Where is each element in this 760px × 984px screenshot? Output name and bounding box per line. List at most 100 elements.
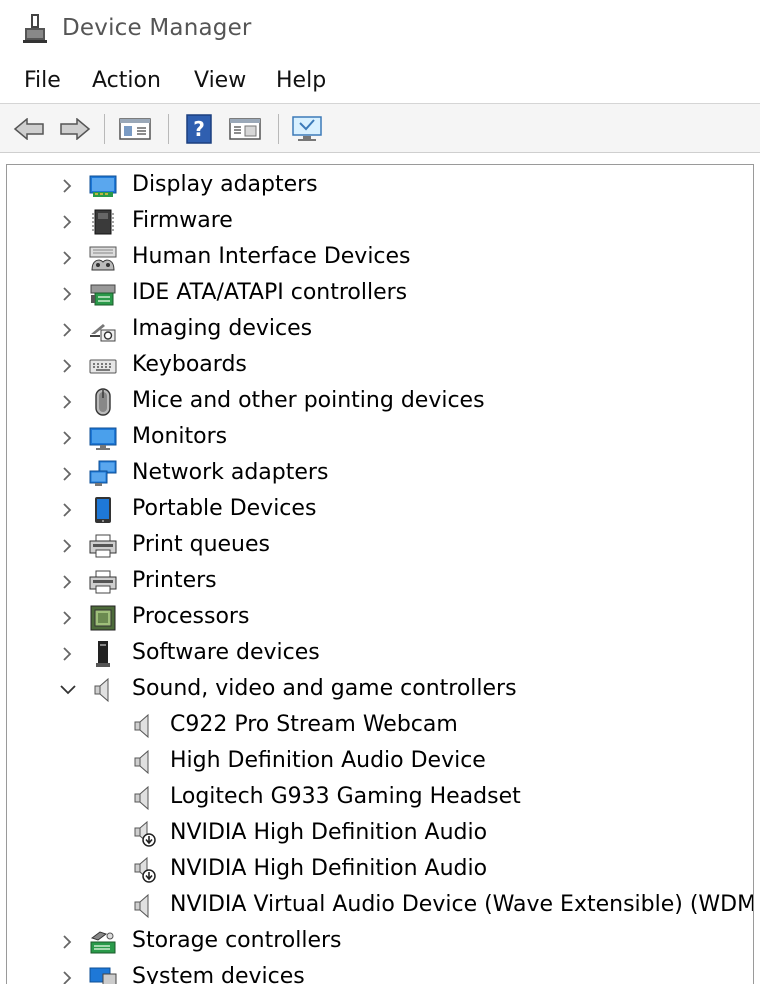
menu-action[interactable]: Action xyxy=(92,68,161,93)
speaker-icon xyxy=(131,748,159,776)
back-arrow-icon[interactable] xyxy=(12,114,46,144)
hid-icon xyxy=(89,244,117,272)
chevron-right-icon[interactable] xyxy=(59,608,75,628)
tree-item-label: Firmware xyxy=(132,208,233,233)
chevron-down-icon[interactable] xyxy=(59,682,76,702)
tree-item-label: Imaging devices xyxy=(132,316,313,341)
tree-item-ide-ata-atapi-controllers[interactable]: IDE ATA/ATAPI controllers xyxy=(7,276,753,312)
chevron-right-icon[interactable] xyxy=(59,536,75,556)
tree-item-network-adapters[interactable]: Network adapters xyxy=(7,456,753,492)
device-tree: Display adapters Firmware Human Interfac… xyxy=(7,168,753,984)
speaker-disabled-icon xyxy=(131,820,159,848)
tree-item-processors[interactable]: Processors xyxy=(7,600,753,636)
chevron-right-icon[interactable] xyxy=(59,320,75,340)
tree-item-label: IDE ATA/ATAPI controllers xyxy=(132,280,408,305)
chevron-right-icon[interactable] xyxy=(59,644,75,664)
tree-item-nvidia-high-definition-audio[interactable]: NVIDIA High Definition Audio xyxy=(7,852,753,888)
chevron-right-icon[interactable] xyxy=(59,284,75,304)
tree-item-nvidia-high-definition-audio[interactable]: NVIDIA High Definition Audio xyxy=(7,816,753,852)
device-manager-app-icon xyxy=(22,14,48,44)
chevron-right-icon[interactable] xyxy=(59,428,75,448)
chevron-right-icon[interactable] xyxy=(59,392,75,412)
chevron-right-icon[interactable] xyxy=(59,500,75,520)
tree-item-portable-devices[interactable]: Portable Devices xyxy=(7,492,753,528)
tree-item-label: C922 Pro Stream Webcam xyxy=(170,712,458,737)
tree-item-mice-and-pointing-devices[interactable]: Mice and other pointing devices xyxy=(7,384,753,420)
forward-arrow-icon[interactable] xyxy=(58,114,92,144)
speaker-icon xyxy=(131,784,159,812)
toolbar-border xyxy=(0,152,760,153)
menu-file[interactable]: File xyxy=(24,68,61,93)
printer-icon xyxy=(89,568,117,596)
svg-text:?: ? xyxy=(193,117,205,141)
tree-item-imaging-devices[interactable]: Imaging devices xyxy=(7,312,753,348)
tree-item-nvidia-virtual-audio-device[interactable]: NVIDIA Virtual Audio Device (Wave Extens… xyxy=(7,888,753,924)
tree-item-label: NVIDIA Virtual Audio Device (Wave Extens… xyxy=(170,892,753,917)
toolbar-separator xyxy=(168,114,169,144)
scan-hardware-icon[interactable] xyxy=(290,114,324,144)
tree-item-storage-controllers[interactable]: Storage controllers xyxy=(7,924,753,960)
software-device-icon xyxy=(89,640,117,668)
tree-item-c922-pro-stream-webcam[interactable]: C922 Pro Stream Webcam xyxy=(7,708,753,744)
chevron-right-icon[interactable] xyxy=(59,968,75,984)
chevron-right-icon[interactable] xyxy=(59,572,75,592)
tree-item-label: Display adapters xyxy=(132,172,318,197)
speaker-icon xyxy=(131,712,159,740)
network-adapter-icon xyxy=(89,460,117,488)
tree-item-display-adapters[interactable]: Display adapters xyxy=(7,168,753,204)
menu-bar: File Action View Help xyxy=(0,62,760,102)
tree-item-label: Processors xyxy=(132,604,250,629)
tree-item-monitors[interactable]: Monitors xyxy=(7,420,753,456)
tree-border xyxy=(753,164,754,984)
tree-item-label: High Definition Audio Device xyxy=(170,748,486,773)
tree-item-printers[interactable]: Printers xyxy=(7,564,753,600)
chevron-right-icon[interactable] xyxy=(59,248,75,268)
keyboard-icon xyxy=(89,352,117,380)
window-title: Device Manager xyxy=(62,15,252,41)
tree-item-label: Mice and other pointing devices xyxy=(132,388,485,413)
tree-item-label: Sound, video and game controllers xyxy=(132,676,517,701)
processor-icon xyxy=(89,604,117,632)
tree-border xyxy=(6,164,754,165)
toolbar-separator xyxy=(104,114,105,144)
camera-icon xyxy=(89,316,117,344)
toolbar-separator xyxy=(278,114,279,144)
chevron-right-icon[interactable] xyxy=(59,212,75,232)
tree-item-label: Keyboards xyxy=(132,352,247,377)
chevron-right-icon[interactable] xyxy=(59,176,75,196)
tree-item-sound-video-game-controllers[interactable]: Sound, video and game controllers xyxy=(7,672,753,708)
show-hide-console-tree-icon[interactable] xyxy=(118,114,152,144)
tree-item-label: System devices xyxy=(132,964,305,984)
toolbar: ? xyxy=(0,104,760,152)
tree-item-label: Logitech G933 Gaming Headset xyxy=(170,784,521,809)
chevron-right-icon[interactable] xyxy=(59,464,75,484)
firmware-chip-icon xyxy=(89,208,117,236)
chevron-right-icon[interactable] xyxy=(59,356,75,376)
tree-item-label: Software devices xyxy=(132,640,320,665)
tree-item-firmware[interactable]: Firmware xyxy=(7,204,753,240)
menu-help[interactable]: Help xyxy=(276,68,326,93)
tree-item-label: NVIDIA High Definition Audio xyxy=(170,820,488,845)
help-icon[interactable]: ? xyxy=(182,114,216,144)
tree-item-label: Print queues xyxy=(132,532,270,557)
tree-item-label: Monitors xyxy=(132,424,228,449)
speaker-icon xyxy=(89,676,117,704)
tree-item-print-queues[interactable]: Print queues xyxy=(7,528,753,564)
properties-icon[interactable] xyxy=(228,114,262,144)
tree-item-software-devices[interactable]: Software devices xyxy=(7,636,753,672)
chevron-right-icon[interactable] xyxy=(59,932,75,952)
system-device-icon xyxy=(89,964,117,984)
tree-item-high-definition-audio-device[interactable]: High Definition Audio Device xyxy=(7,744,753,780)
tree-item-human-interface-devices[interactable]: Human Interface Devices xyxy=(7,240,753,276)
tree-item-system-devices[interactable]: System devices xyxy=(7,960,753,984)
tree-item-keyboards[interactable]: Keyboards xyxy=(7,348,753,384)
tree-item-label: NVIDIA High Definition Audio xyxy=(170,856,488,881)
portable-device-icon xyxy=(89,496,117,524)
speaker-disabled-icon xyxy=(131,856,159,884)
storage-controller-icon xyxy=(89,928,117,956)
printer-icon xyxy=(89,532,117,560)
tree-item-logitech-g933-gaming-headset[interactable]: Logitech G933 Gaming Headset xyxy=(7,780,753,816)
tree-item-label: Portable Devices xyxy=(132,496,317,521)
tree-item-label: Printers xyxy=(132,568,217,593)
menu-view[interactable]: View xyxy=(194,68,246,93)
